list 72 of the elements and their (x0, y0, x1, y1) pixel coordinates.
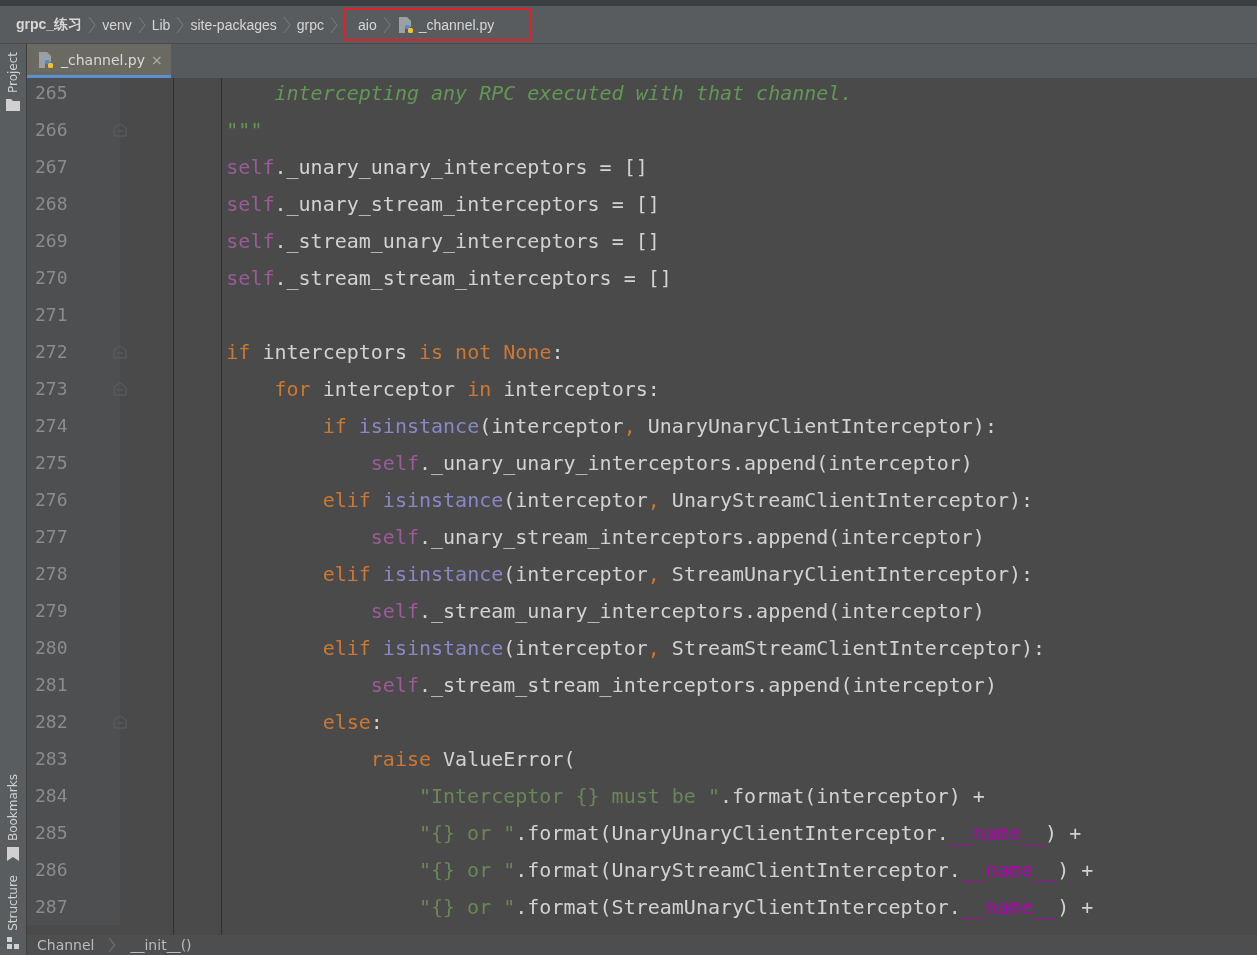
line-number: 280 (35, 637, 68, 658)
status-breadcrumb[interactable]: __init__() (130, 937, 192, 953)
code-line: self._unary_stream_interceptors.append(interceptor) (370, 524, 985, 549)
breadcrumb[interactable]: site-packages (190, 8, 277, 41)
code-line: self._unary_unary_interceptors.append(interceptor) (370, 450, 973, 475)
code-line: elif isinstance(interceptor, StreamStreamClientInterceptor): (322, 635, 1046, 660)
line-number: 271 (35, 304, 68, 325)
code-line: "{} or ".format(UnaryStreamClientInterceptor.__name__) + (418, 857, 1094, 882)
breadcrumb[interactable]: _channel.py (396, 8, 495, 41)
line-number: 274 (35, 415, 68, 436)
tab-label: _channel.py (61, 51, 146, 68)
breadcrumb[interactable]: venv (102, 8, 132, 41)
line-number: 267 (35, 156, 68, 177)
line-number: 265 (35, 82, 68, 103)
code-line: """ (226, 117, 263, 142)
code-line: "{} or ".format(StreamUnaryClientInterceptor.__name__) + (418, 894, 1094, 919)
code-line: self._stream_unary_interceptors.append(interceptor) (370, 598, 985, 623)
code-line: intercepting any RPC executed with that channel. (274, 80, 853, 105)
line-number: 281 (35, 674, 68, 695)
chevron-icon (137, 15, 146, 34)
chevron-icon (108, 936, 117, 954)
line-number: 277 (35, 526, 68, 547)
code-line: if interceptors is not None: (226, 339, 564, 364)
line-number: 286 (35, 859, 68, 880)
file-tab[interactable]: _channel.py × (27, 44, 171, 78)
chevron-icon (382, 15, 391, 34)
line-number: 272 (35, 341, 68, 362)
line-number: 276 (35, 489, 68, 510)
code-line: "{} or ".format(UnaryUnaryClientInterceptor.__name__) + (418, 820, 1082, 845)
breadcrumb[interactable]: Lib (151, 8, 171, 41)
breadcrumb[interactable]: grpc_练习 (16, 8, 83, 41)
breadcrumb[interactable]: grpc (296, 8, 324, 41)
chevron-icon (330, 15, 338, 34)
structure-icon (7, 937, 19, 949)
code-line: self._unary_stream_interceptors = [] (226, 191, 660, 216)
code-line: self._stream_stream_interceptors.append(interceptor) (370, 672, 997, 697)
code-line: self._stream_unary_interceptors = [] (226, 228, 660, 253)
tool-window-tab[interactable]: Project (6, 52, 20, 94)
code-line: raise ValueError( (370, 746, 576, 771)
line-number: 270 (35, 267, 68, 288)
line-number: 285 (35, 822, 68, 843)
code-line: elif isinstance(interceptor, UnaryStreamClientInterceptor): (322, 487, 1034, 512)
code-line: self._unary_unary_interceptors = [] (226, 154, 648, 179)
line-number: 275 (35, 452, 68, 473)
bookmark-icon (7, 847, 19, 862)
line-number: 282 (35, 711, 68, 732)
python-file-icon (37, 50, 55, 69)
line-number: 279 (35, 600, 68, 621)
folder-icon (6, 99, 20, 112)
line-number: 273 (35, 378, 68, 399)
code-line: "Interceptor {} must be ".format(interceptor) + (418, 783, 985, 808)
status-breadcrumb[interactable]: Channel (37, 937, 95, 953)
chevron-icon (176, 15, 185, 34)
line-number: 269 (35, 230, 68, 251)
code-line: elif isinstance(interceptor, StreamUnaryClientInterceptor): (322, 561, 1034, 586)
python-file-icon (396, 15, 415, 34)
chevron-icon (282, 15, 291, 34)
line-number: 266 (35, 119, 68, 140)
tool-window-tab[interactable]: Structure (6, 875, 20, 931)
breadcrumb[interactable]: aio (358, 8, 377, 41)
code-line: if isinstance(interceptor, UnaryUnaryClientInterceptor): (322, 413, 997, 438)
close-icon[interactable]: × (151, 51, 163, 68)
code-line: self._stream_stream_interceptors = [] (226, 265, 672, 290)
line-number: 287 (35, 896, 68, 917)
code-line: else: (322, 709, 383, 734)
line-number: 268 (35, 193, 68, 214)
line-number: 283 (35, 748, 68, 769)
line-number: 284 (35, 785, 68, 806)
line-number: 278 (35, 563, 68, 584)
tool-window-tab[interactable]: Bookmarks (6, 774, 20, 842)
chevron-icon (88, 15, 97, 34)
code-line: for interceptor in interceptors: (274, 376, 660, 401)
